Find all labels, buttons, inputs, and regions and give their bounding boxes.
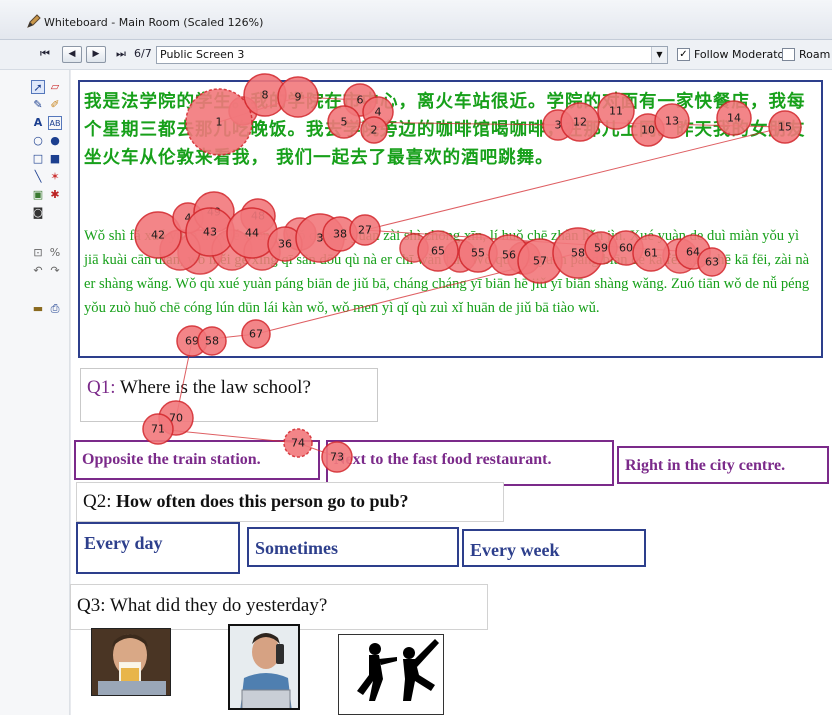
- gaze-fixation-number: 13: [665, 115, 679, 128]
- gaze-fixation-number: 67: [249, 328, 263, 341]
- gaze-fixation: 12: [560, 102, 600, 142]
- gaze-fixation-number: 12: [573, 116, 587, 129]
- gaze-fixation-number: 2: [371, 124, 378, 137]
- gaze-fixation-number: 59: [594, 242, 608, 255]
- gaze-fixation-number: 11: [609, 105, 623, 118]
- gaze-fixation-number: 8: [262, 89, 269, 102]
- gaze-fixation: 15: [768, 110, 802, 144]
- gaze-fixation-number: 42: [151, 229, 165, 242]
- gaze-fixation-number: 27: [358, 224, 372, 237]
- gaze-fixation-number: 60: [619, 242, 633, 255]
- gaze-fixation-number: 14: [727, 112, 741, 125]
- gaze-fixation-number: 15: [778, 121, 792, 134]
- gaze-fixation-number: 6: [357, 94, 364, 107]
- gaze-fixation-number: 43: [203, 226, 217, 239]
- gaze-fixation-number: 63: [705, 256, 719, 269]
- gaze-fixation: 1: [185, 88, 253, 156]
- gaze-fixation: 65: [417, 230, 459, 272]
- saccade-line: [364, 126, 786, 231]
- gaze-fixation: 11: [597, 92, 635, 130]
- gaze-fixation: 9: [277, 76, 319, 118]
- gaze-fixation: 27: [349, 214, 381, 246]
- gaze-fixation-number: 73: [330, 451, 344, 464]
- gaze-fixation-number: 58: [571, 247, 585, 260]
- gaze-fixation-number: 69: [185, 335, 199, 348]
- gaze-fixation: 63: [697, 247, 727, 277]
- gaze-fixation-number: 9: [295, 91, 302, 104]
- gaze-plot-overlay: 1896452312111013141542449434844363382765…: [134, 73, 802, 473]
- gaze-fixation: 13: [654, 103, 690, 139]
- gaze-fixation-number: 55: [471, 247, 485, 260]
- gaze-fixation-number: 10: [641, 124, 655, 137]
- gaze-fixation: 73: [321, 441, 353, 473]
- gaze-fixation-number: 44: [245, 227, 259, 240]
- gaze-fixation: 67: [241, 319, 271, 349]
- gaze-fixation-number: 74: [291, 437, 305, 450]
- gaze-fixation-number: 57: [533, 255, 547, 268]
- gaze-fixation-number: 61: [644, 247, 658, 260]
- gaze-fixation-number: 58: [205, 335, 219, 348]
- gaze-fixation: 2: [360, 116, 388, 144]
- gaze-fixation: 74: [283, 428, 313, 458]
- gaze-fixation-number: 5: [341, 116, 348, 129]
- gaze-fixation: 5: [327, 105, 361, 139]
- gaze-fixation-number: 38: [333, 228, 347, 241]
- gaze-fixation-number: 1: [216, 116, 223, 129]
- gaze-fixation-number: 56: [502, 249, 516, 262]
- gaze-fixation-number: 65: [431, 245, 445, 258]
- gaze-fixation-number: 71: [151, 423, 165, 436]
- gaze-fixation-number: 64: [686, 246, 700, 259]
- gaze-fixation: 14: [716, 100, 752, 136]
- gaze-fixation: 58: [197, 326, 227, 356]
- gaze-fixation: 71: [142, 413, 174, 445]
- gaze-fixation-number: 36: [278, 238, 292, 251]
- gaze-fixation: 61: [632, 234, 670, 272]
